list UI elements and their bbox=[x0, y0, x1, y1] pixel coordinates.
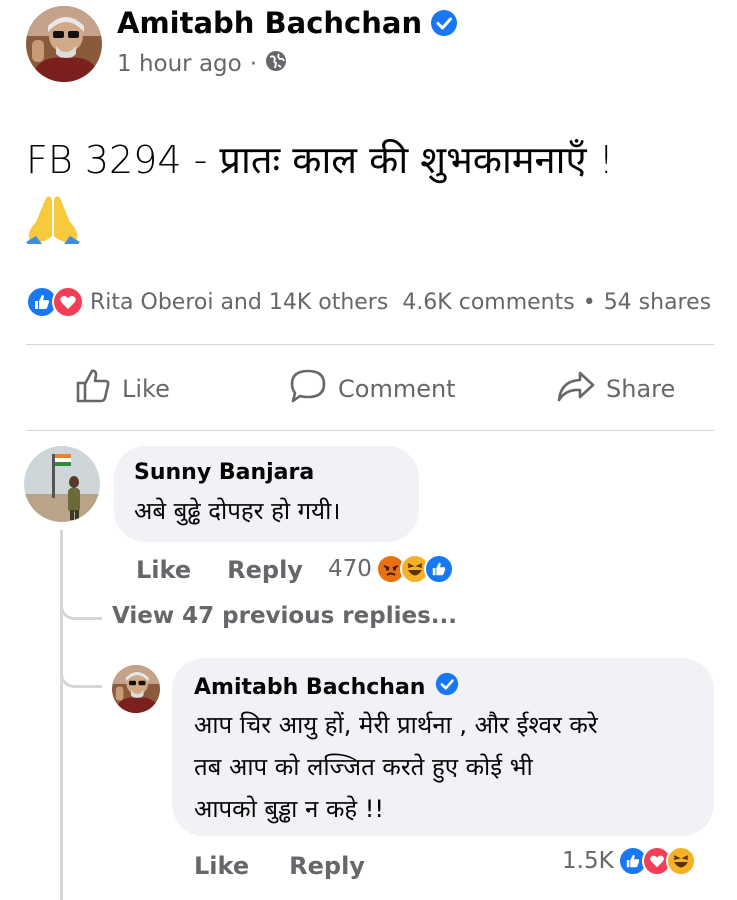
divider-bottom bbox=[26, 430, 714, 431]
comment-author[interactable]: Sunny Banjara bbox=[134, 460, 314, 485]
globe-icon bbox=[265, 50, 287, 78]
post-author[interactable]: Amitabh Bachchan bbox=[117, 6, 458, 40]
thread-line bbox=[60, 530, 63, 900]
comment-text: अबे बुढ्ढे दोपहर हो गयी। bbox=[134, 497, 341, 525]
share-arrow-icon bbox=[556, 367, 596, 411]
share-label: Share bbox=[606, 375, 676, 403]
reply-actions: Like Reply bbox=[194, 852, 365, 880]
comment-actions: Like Reply bbox=[136, 556, 303, 584]
reply-bubble: Amitabh Bachchan आप चिर आयु हों, मेरी प्… bbox=[172, 658, 714, 836]
reply-reactions[interactable]: 1.5K bbox=[562, 846, 696, 876]
comment-bubble-icon bbox=[288, 367, 328, 411]
like-reaction-icon bbox=[423, 554, 454, 584]
post-author-name[interactable]: Amitabh Bachchan bbox=[117, 6, 422, 40]
reply-author-avatar[interactable] bbox=[112, 665, 160, 713]
comment-reaction-count: 470 bbox=[328, 556, 372, 582]
verified-badge-icon bbox=[435, 672, 459, 702]
like-button[interactable]: Like bbox=[74, 366, 170, 412]
reply-author[interactable]: Amitabh Bachchan bbox=[194, 675, 425, 700]
view-previous-replies-link[interactable]: View 47 previous replies... bbox=[112, 603, 457, 629]
comment-button[interactable]: Comment bbox=[288, 366, 456, 412]
love-reaction-icon bbox=[52, 286, 84, 318]
reply-text-line: आप चिर आयु हों, मेरी प्रार्थना , और ईश्व… bbox=[194, 711, 598, 739]
commenter-avatar[interactable] bbox=[24, 446, 100, 522]
share-button[interactable]: Share bbox=[556, 366, 675, 412]
verified-badge-icon bbox=[430, 9, 458, 37]
stats-separator: • bbox=[582, 289, 596, 315]
reply-text-line: तब आप को लज्जित करते हुए कोई भी bbox=[194, 753, 533, 781]
post-stats: Rita Oberoi and 14K others 4.6K comments… bbox=[26, 286, 716, 318]
reply-like-button[interactable]: Like bbox=[194, 852, 249, 880]
reactors-text[interactable]: Rita Oberoi and 14K others bbox=[90, 290, 388, 315]
comment-reply-button[interactable]: Reply bbox=[227, 556, 303, 584]
reply-reply-button[interactable]: Reply bbox=[289, 852, 365, 880]
meta-separator: · bbox=[249, 51, 258, 77]
comment-bubble: Sunny Banjara अबे बुढ्ढे दोपहर हो गयी। bbox=[114, 446, 419, 542]
like-label: Like bbox=[122, 375, 170, 403]
thread-connector bbox=[60, 666, 102, 688]
reply-text-line: आपको बुड्ढा न कहे !! bbox=[194, 795, 384, 823]
reaction-summary[interactable] bbox=[26, 286, 84, 318]
shares-count[interactable]: 54 shares bbox=[604, 290, 711, 315]
post-text: FB 3294 - प्रातः काल की शुभकामनाएँ ! bbox=[26, 138, 614, 182]
comment-reactions[interactable]: 470 bbox=[328, 554, 454, 584]
author-avatar[interactable] bbox=[26, 6, 102, 82]
post-meta: 1 hour ago · bbox=[117, 50, 287, 78]
thumbs-up-icon bbox=[74, 367, 112, 411]
comment-label: Comment bbox=[338, 375, 456, 403]
comment-like-button[interactable]: Like bbox=[136, 556, 191, 584]
reply-text: आप चिर आयु हों, मेरी प्रार्थना , और ईश्व… bbox=[194, 704, 692, 830]
post-timestamp[interactable]: 1 hour ago bbox=[117, 51, 242, 77]
thread-connector bbox=[60, 598, 102, 620]
comments-count[interactable]: 4.6K comments bbox=[402, 290, 574, 315]
divider-top bbox=[26, 344, 714, 345]
folded-hands-icon bbox=[24, 192, 82, 244]
haha-reaction-icon bbox=[665, 846, 696, 876]
reply-reaction-count: 1.5K bbox=[562, 848, 614, 874]
